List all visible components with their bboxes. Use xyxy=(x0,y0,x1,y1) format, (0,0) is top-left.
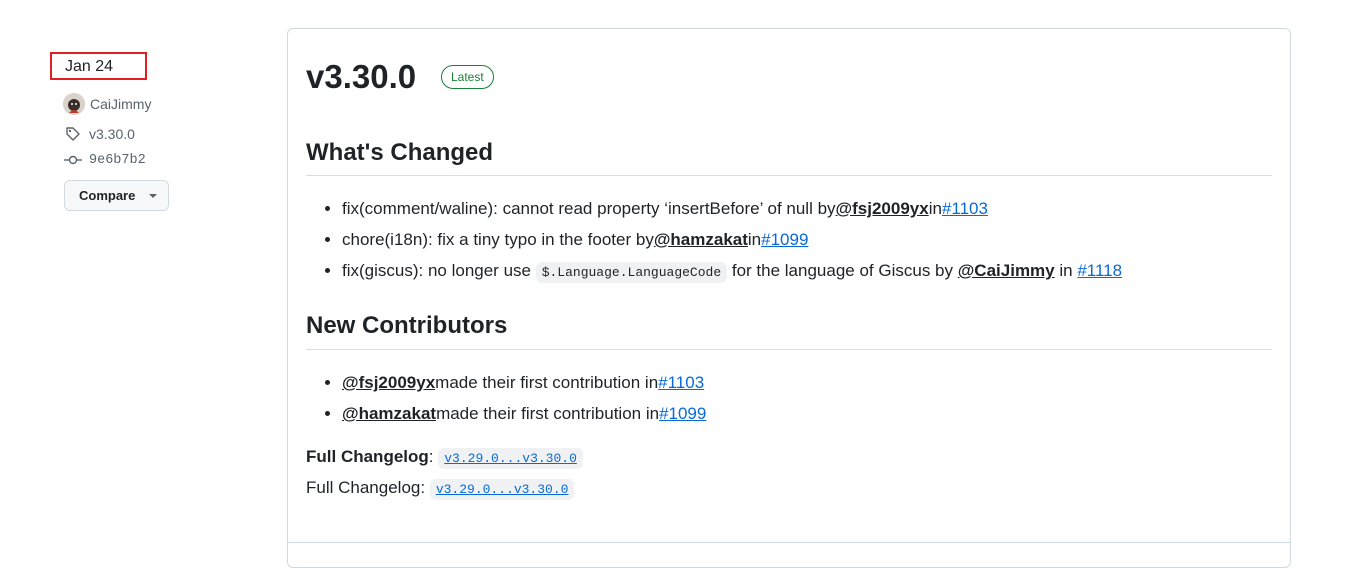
heading-divider xyxy=(306,175,1272,176)
contributors-list: @fsj2009yxmade their first contribution … xyxy=(306,367,706,429)
inline-code: $.Language.LanguageCode xyxy=(535,262,728,283)
tag-icon xyxy=(63,126,83,142)
author-avatar[interactable] xyxy=(63,93,85,115)
user-link[interactable]: @hamzakat xyxy=(654,230,748,249)
change-in: in xyxy=(928,199,942,218)
pr-link[interactable]: #1099 xyxy=(659,404,706,423)
tag-row[interactable]: v3.30.0 xyxy=(63,126,135,142)
release-date: Jan 24 xyxy=(50,52,147,80)
change-in: in xyxy=(747,230,762,249)
full-changelog-line: Full Changelog: v3.29.0...v3.30.0 xyxy=(306,446,583,470)
full-changelog-label: Full Changelog xyxy=(306,447,429,466)
list-item: fix(comment/waline): cannot read propert… xyxy=(342,193,1122,224)
change-text: for the language of Giscus by xyxy=(727,261,958,280)
list-item: chore(i18n): fix a tiny typo in the foot… xyxy=(342,224,1122,255)
list-item: fix(giscus): no longer use $.Language.La… xyxy=(342,255,1122,288)
full-changelog-label-2: Full Changelog: xyxy=(306,478,426,497)
compare-button[interactable]: Compare xyxy=(64,180,169,211)
commit-hash[interactable]: 9e6b7b2 xyxy=(89,153,146,168)
list-item: @fsj2009yxmade their first contribution … xyxy=(342,367,706,398)
list-item: @hamzakatmade their first contribution i… xyxy=(342,398,706,429)
tag-label[interactable]: v3.30.0 xyxy=(89,126,135,142)
user-link[interactable]: @fsj2009yx xyxy=(836,199,929,218)
user-link[interactable]: @fsj2009yx xyxy=(342,373,435,392)
card-footer-divider xyxy=(288,542,1290,543)
user-link[interactable]: @CaiJimmy xyxy=(958,261,1055,280)
latest-badge: Latest xyxy=(441,65,494,89)
whats-changed-heading: What's Changed xyxy=(306,139,494,166)
pr-link[interactable]: #1099 xyxy=(761,230,808,249)
chevron-down-icon xyxy=(149,193,158,198)
new-contributors-heading: New Contributors xyxy=(306,312,508,339)
compare-label: Compare xyxy=(79,188,136,203)
change-text: chore(i18n): fix a tiny typo in the foot… xyxy=(342,230,654,249)
pr-link[interactable]: #1103 xyxy=(658,373,704,392)
commit-icon xyxy=(63,152,83,168)
change-text: fix(comment/waline): cannot read propert… xyxy=(342,199,836,218)
author-row[interactable]: CaiJimmy xyxy=(63,93,151,115)
compare-link[interactable]: v3.29.0...v3.30.0 xyxy=(444,451,577,466)
commit-row[interactable]: 9e6b7b2 xyxy=(63,152,146,168)
release-card: v3.30.0 Latest What's Changed fix(commen… xyxy=(287,28,1291,568)
change-in: in xyxy=(1054,261,1078,280)
heading-divider xyxy=(306,349,1272,350)
release-title[interactable]: v3.30.0 xyxy=(306,57,416,97)
contributor-text: made their first contribution in xyxy=(436,404,660,423)
changes-list: fix(comment/waline): cannot read propert… xyxy=(306,193,1122,288)
full-changelog-sep: : xyxy=(428,447,434,466)
full-changelog-line-2: Full Changelog: v3.29.0...v3.30.0 xyxy=(306,477,575,501)
user-link[interactable]: @hamzakat xyxy=(342,404,436,423)
author-name[interactable]: CaiJimmy xyxy=(90,96,151,112)
pr-link[interactable]: #1103 xyxy=(942,199,988,218)
contributor-text: made their first contribution in xyxy=(435,373,659,392)
compare-link-2[interactable]: v3.29.0...v3.30.0 xyxy=(436,482,569,497)
pr-link[interactable]: #1118 xyxy=(1077,261,1122,280)
change-text: fix(giscus): no longer use xyxy=(342,261,536,280)
